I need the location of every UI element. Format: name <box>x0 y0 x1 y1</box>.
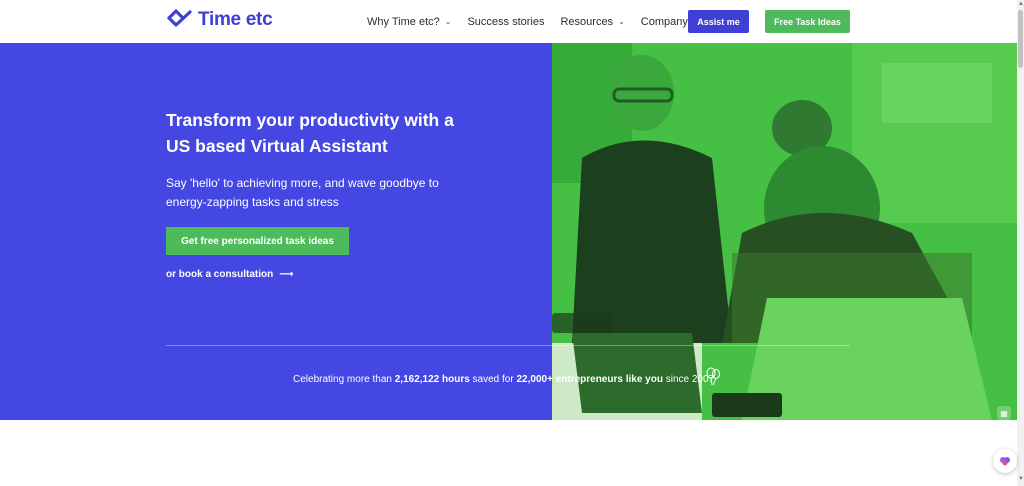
scrollbar-thumb[interactable] <box>1018 10 1023 68</box>
hero-title: Transform your productivity with a US ba… <box>166 110 454 156</box>
hero-section: Transform your productivity with a US ba… <box>0 43 1017 420</box>
menu-label: Why Time etc? <box>367 15 440 28</box>
stats-middle: saved for <box>469 374 517 385</box>
logo[interactable]: Time etc <box>166 9 273 31</box>
scroll-down-icon[interactable]: ▼ <box>1018 476 1024 482</box>
assistant-widget-button[interactable] <box>993 449 1017 473</box>
assist-me-button[interactable]: Assist me <box>688 10 749 33</box>
chevron-down-icon: ⌄ <box>444 17 452 26</box>
menu-label: Company <box>640 15 688 28</box>
hero-subtitle: Say 'hello' to achieving more, and wave … <box>166 176 439 209</box>
book-consultation-label: or book a consultation <box>166 269 274 280</box>
logo-text: Time etc <box>198 9 273 30</box>
stats-line: Celebrating more than 2,162,122 hours sa… <box>293 374 714 385</box>
scrollbar-track[interactable] <box>1017 0 1024 486</box>
stats-hours: 2,162,122 hours <box>394 374 470 385</box>
check-heart-icon <box>167 9 192 27</box>
top-navigation: Time etc Why Time etc? ⌄ Success stories… <box>0 0 1017 43</box>
book-consultation-link[interactable]: or book a consultation ⟶ <box>166 269 294 280</box>
hero-photo <box>552 43 1017 420</box>
people-laughing-illustration <box>552 43 1017 420</box>
hero-divider <box>166 345 850 346</box>
menu-success-stories[interactable]: Success stories <box>467 16 544 28</box>
get-task-ideas-button[interactable]: Get free personalized task ideas <box>166 227 349 255</box>
menu-label: Success stories <box>467 15 545 28</box>
arrow-right-icon: ⟶ <box>279 269 294 280</box>
free-task-ideas-button[interactable]: Free Task Ideas <box>765 10 850 33</box>
stats-prefix: Celebrating more than <box>293 374 395 385</box>
chat-icon[interactable]: ▦ <box>997 406 1011 420</box>
balloon-icon <box>706 367 721 386</box>
menu-resources[interactable]: Resources ⌄ <box>560 16 624 28</box>
stats-entrepreneurs: 22,000+ entrepreneurs like you <box>516 374 663 385</box>
main-menu: Why Time etc? ⌄ Success stories Resource… <box>367 0 700 43</box>
brain-icon <box>1000 457 1010 466</box>
scroll-up-icon[interactable]: ▲ <box>1018 1 1024 7</box>
menu-why-time-etc[interactable]: Why Time etc? ⌄ <box>367 16 451 28</box>
menu-label: Resources <box>560 15 614 28</box>
chevron-down-icon: ⌄ <box>618 17 625 26</box>
